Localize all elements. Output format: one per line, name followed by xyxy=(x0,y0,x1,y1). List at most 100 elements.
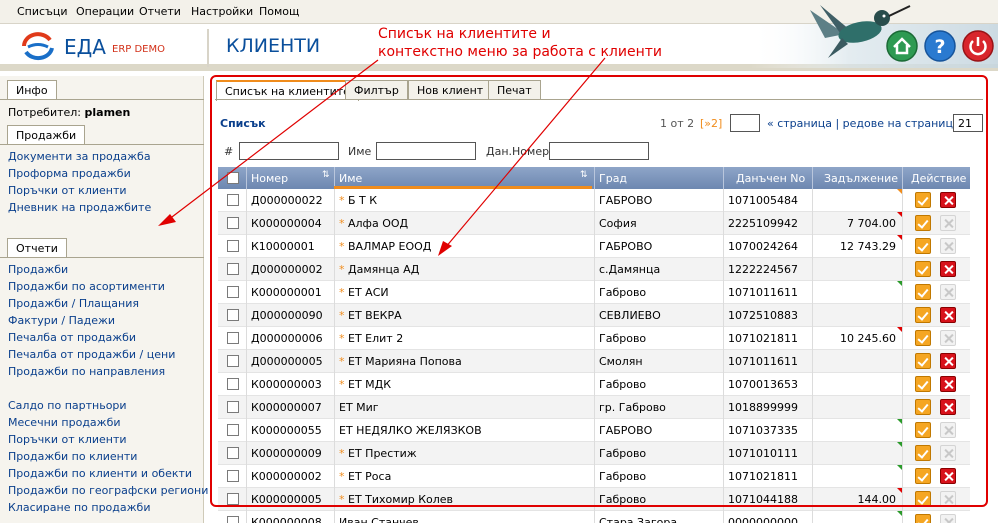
client-name[interactable]: ЕТ Престиж xyxy=(348,447,417,460)
edit-icon[interactable] xyxy=(915,192,931,208)
edit-icon[interactable] xyxy=(915,353,931,369)
edit-icon[interactable] xyxy=(915,376,931,392)
sidebar-link-report[interactable]: Продажби по асортименти xyxy=(8,280,165,293)
row-checkbox[interactable] xyxy=(227,240,239,252)
sidebar-link-report[interactable]: Продажби xyxy=(8,263,68,276)
sidebar-link-report[interactable]: Продажби по географски региони xyxy=(8,484,208,497)
sidebar-link-report[interactable]: Месечни продажби xyxy=(8,416,121,429)
edit-icon[interactable] xyxy=(915,215,931,231)
menu-settings[interactable]: Настройки xyxy=(191,5,253,18)
table-row[interactable]: К000000005 * ЕТ Тихомир Колев Габрово 10710… xyxy=(218,488,970,511)
cell-name[interactable]: ЕТ Миг xyxy=(339,401,379,414)
tab-client-list[interactable]: Списък на клиентите xyxy=(216,80,359,101)
col-number[interactable]: Номер xyxy=(251,172,288,185)
cell-name[interactable]: * ЕТ Марияна Попова xyxy=(339,355,462,368)
client-name[interactable]: ЕТ Тихомир Колев xyxy=(348,493,453,506)
edit-icon[interactable] xyxy=(915,422,931,438)
row-checkbox[interactable] xyxy=(227,217,239,229)
table-row[interactable]: Д000000090 * ЕТ ВЕКРА СЕВЛИЕВО 1072510883 xyxy=(218,304,970,327)
table-row[interactable]: Д000000022 * Б Т К ГАБРОВО 1071005484 xyxy=(218,189,970,212)
table-row[interactable]: К000000008 Иван Станчев Стара Загора 000000… xyxy=(218,511,970,523)
row-checkbox[interactable] xyxy=(227,493,239,505)
menu-operations[interactable]: Операции xyxy=(76,5,134,18)
filter-name-input[interactable] xyxy=(376,142,476,160)
filter-tax-input[interactable] xyxy=(549,142,649,160)
client-name[interactable]: ЕТ АСИ xyxy=(348,286,389,299)
tab-info[interactable]: Инфо xyxy=(7,80,57,100)
row-checkbox[interactable] xyxy=(227,286,239,298)
edit-icon[interactable] xyxy=(915,238,931,254)
cell-name[interactable]: * Б Т К xyxy=(339,194,377,207)
sidebar-link-report[interactable]: Поръчки от клиенти xyxy=(8,433,127,446)
cell-name[interactable]: Иван Станчев xyxy=(339,516,419,523)
client-name[interactable]: ЕТ Марияна Попова xyxy=(348,355,462,368)
delete-icon[interactable] xyxy=(940,192,956,208)
tab-filter[interactable]: Филтър xyxy=(345,80,408,100)
sidebar-link-report[interactable]: Печалба от продажби xyxy=(8,331,136,344)
client-name[interactable]: ВАЛМАР ЕООД xyxy=(348,240,431,253)
col-name[interactable]: Име xyxy=(339,172,362,185)
sidebar-link-report[interactable]: Салдо по партньори xyxy=(8,399,127,412)
col-tax-no[interactable]: Данъчен No xyxy=(736,172,805,185)
client-name[interactable]: ЕТ НЕДЯЛКО ЖЕЛЯЗКОВ xyxy=(339,424,482,437)
sidebar-link-proforma[interactable]: Проформа продажби xyxy=(8,167,131,180)
sidebar-link-report[interactable]: Печалба от продажби / цени xyxy=(8,348,175,361)
next-page-link[interactable]: [»2] xyxy=(700,117,722,130)
cell-name[interactable]: * ЕТ АСИ xyxy=(339,286,389,299)
client-name[interactable]: Дамянца АД xyxy=(348,263,419,276)
sort-icon[interactable]: ⇅ xyxy=(580,170,588,180)
cell-name[interactable]: ЕТ НЕДЯЛКО ЖЕЛЯЗКОВ xyxy=(339,424,482,437)
cell-name[interactable]: * ЕТ Роса xyxy=(339,470,391,483)
sidebar-link-report[interactable]: Продажби / Плащания xyxy=(8,297,139,310)
cell-name[interactable]: * Алфа ООД xyxy=(339,217,408,230)
delete-icon[interactable] xyxy=(940,307,956,323)
delete-icon[interactable] xyxy=(940,468,956,484)
edit-icon[interactable] xyxy=(915,307,931,323)
select-all-checkbox[interactable] xyxy=(227,172,239,184)
tab-reports[interactable]: Отчети xyxy=(7,238,67,258)
pagination-label[interactable]: « страница | редове на страница » xyxy=(767,117,970,130)
table-row[interactable]: К000000009 * ЕТ Престиж Габрово 1071010111 xyxy=(218,442,970,465)
table-row[interactable]: Д000000006 * ЕТ Елит 2 Габрово 1071021811 10… xyxy=(218,327,970,350)
edit-icon[interactable] xyxy=(915,284,931,300)
tab-new-client[interactable]: Нов клиент xyxy=(408,80,493,100)
page-number-input[interactable] xyxy=(730,114,760,132)
cell-name[interactable]: * Дамянца АД xyxy=(339,263,419,276)
table-row[interactable]: К10000001 * ВАЛМАР ЕООД ГАБРОВО 1070024264 1… xyxy=(218,235,970,258)
row-checkbox[interactable] xyxy=(227,332,239,344)
client-name[interactable]: Б Т К xyxy=(348,194,377,207)
row-checkbox[interactable] xyxy=(227,470,239,482)
row-checkbox[interactable] xyxy=(227,516,239,523)
rows-per-page-input[interactable]: 21 xyxy=(953,114,983,132)
row-checkbox[interactable] xyxy=(227,447,239,459)
delete-icon[interactable] xyxy=(940,353,956,369)
edit-icon[interactable] xyxy=(915,491,931,507)
delete-icon[interactable] xyxy=(940,261,956,277)
sidebar-link-report[interactable]: Продажби по клиенти и обекти xyxy=(8,467,192,480)
edit-icon[interactable] xyxy=(915,261,931,277)
row-checkbox[interactable] xyxy=(227,401,239,413)
sidebar-link-report[interactable]: Продажби по направления xyxy=(8,365,165,378)
client-name[interactable]: ЕТ ВЕКРА xyxy=(348,309,402,322)
row-checkbox[interactable] xyxy=(227,194,239,206)
cell-name[interactable]: * ЕТ Елит 2 xyxy=(339,332,403,345)
row-checkbox[interactable] xyxy=(227,355,239,367)
menu-reports[interactable]: Отчети xyxy=(139,5,181,18)
table-row[interactable]: К000000007 ЕТ Миг гр. Габрово 1018899999 xyxy=(218,396,970,419)
edit-icon[interactable] xyxy=(915,514,931,523)
tab-print[interactable]: Печат xyxy=(488,80,541,100)
sidebar-link-sales-docs[interactable]: Документи за продажба xyxy=(8,150,151,163)
cell-name[interactable]: * ЕТ ВЕКРА xyxy=(339,309,402,322)
client-name[interactable]: Алфа ООД xyxy=(348,217,408,230)
sidebar-link-sales-journal[interactable]: Дневник на продажбите xyxy=(8,201,151,214)
tab-sales[interactable]: Продажби xyxy=(7,125,86,145)
logout-button[interactable] xyxy=(962,30,994,62)
table-row[interactable]: К000000003 * ЕТ МДК Габрово 1070013653 xyxy=(218,373,970,396)
table-row[interactable]: Д000000002 * Дамянца АД с.Дамянца 122222456… xyxy=(218,258,970,281)
help-button[interactable]: ? xyxy=(924,30,956,62)
sidebar-link-report[interactable]: Фактури / Падежи xyxy=(8,314,115,327)
sidebar-link-report[interactable]: Продажби по клиенти xyxy=(8,450,137,463)
table-row[interactable]: К000000004 * Алфа ООД София 2225109942 7 704… xyxy=(218,212,970,235)
edit-icon[interactable] xyxy=(915,399,931,415)
cell-name[interactable]: * ЕТ МДК xyxy=(339,378,391,391)
